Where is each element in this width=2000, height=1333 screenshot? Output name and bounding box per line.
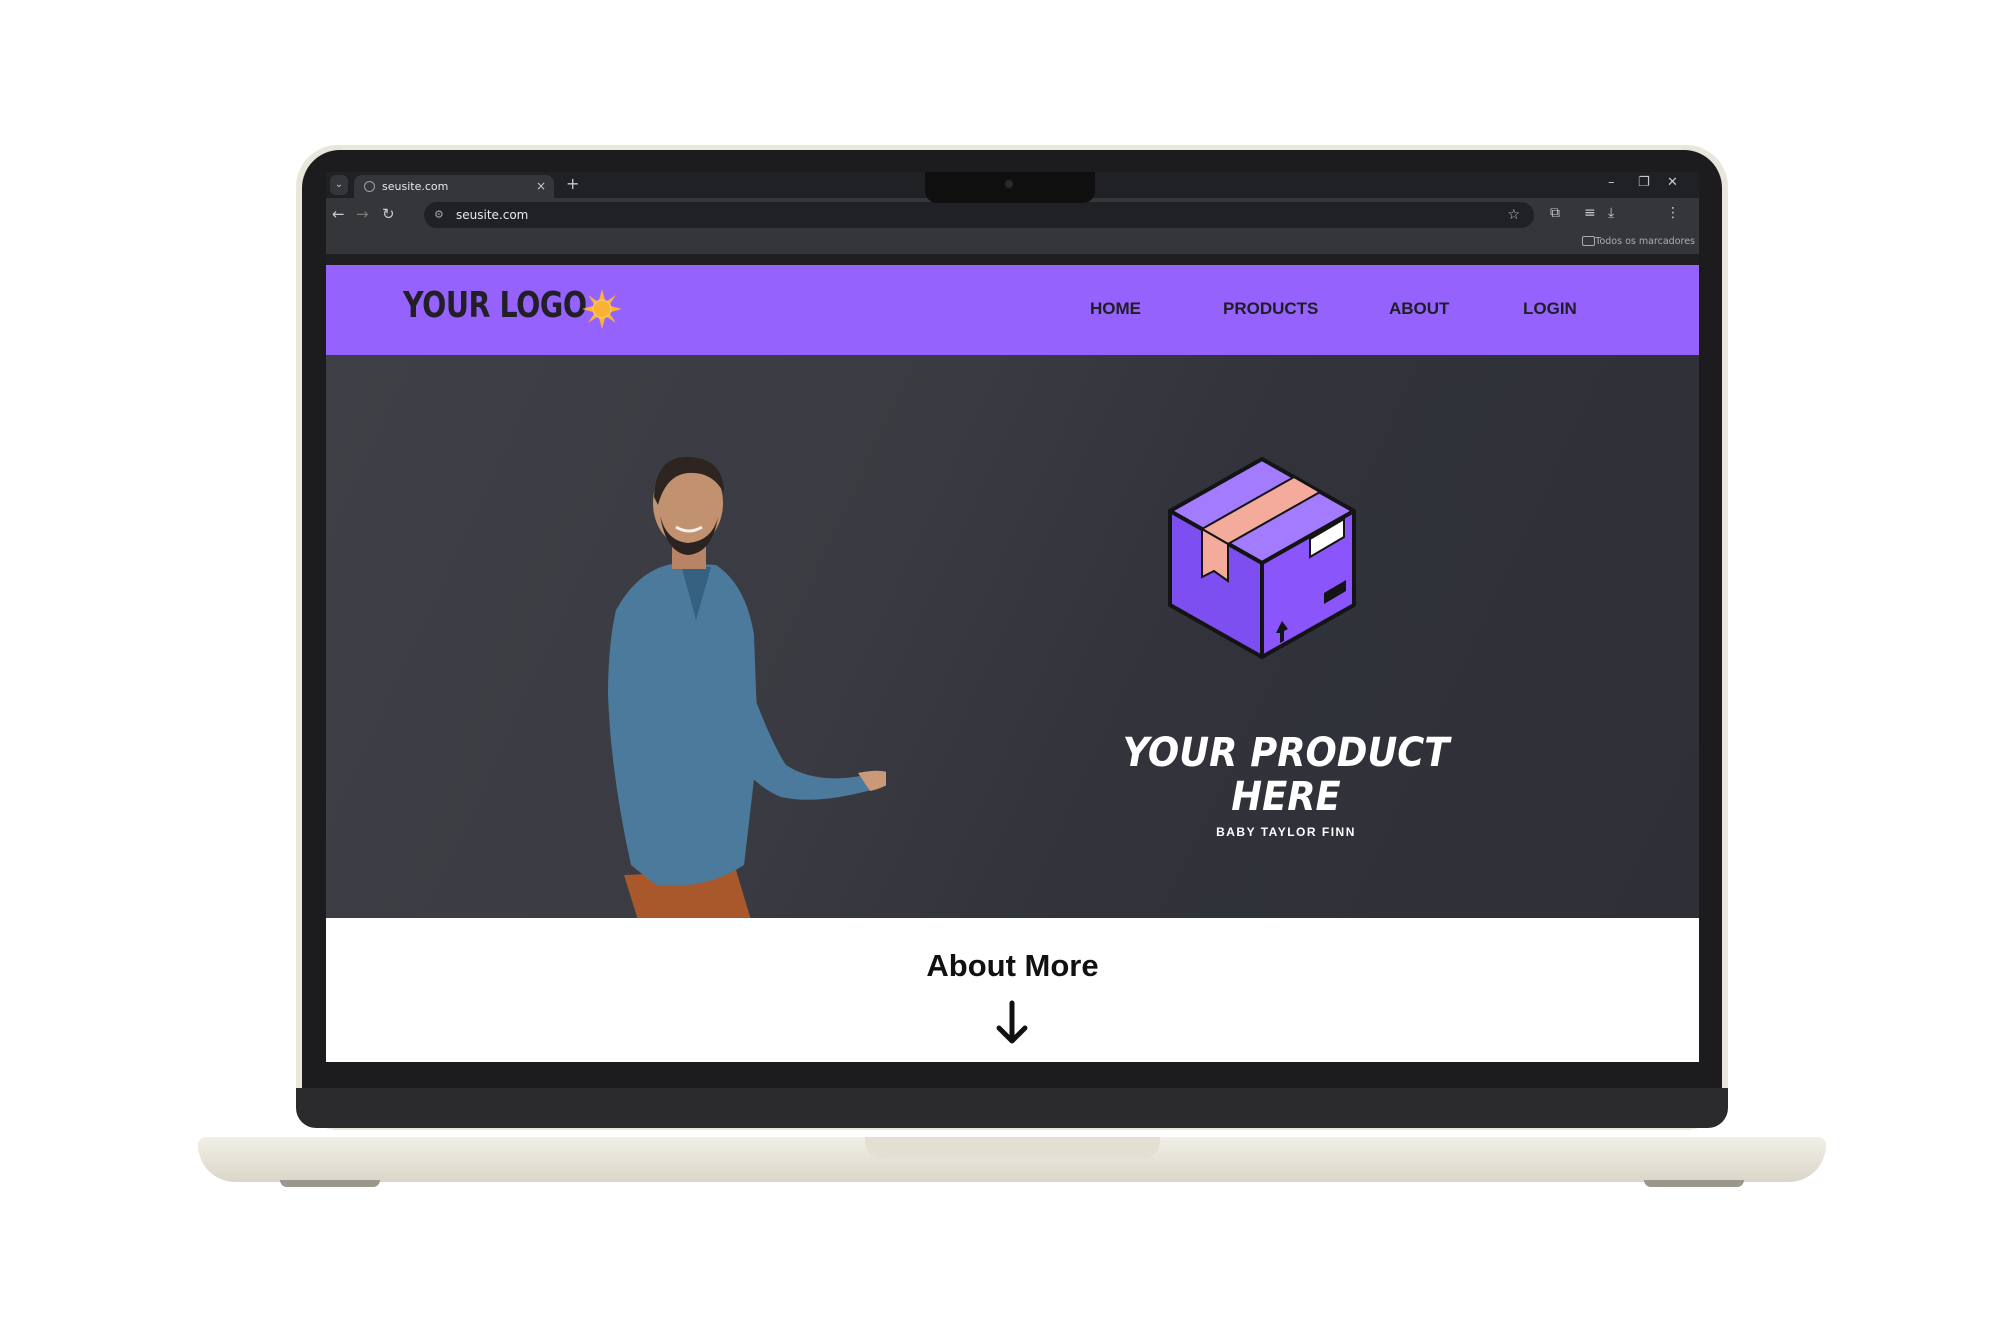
tab-title: seusite.com bbox=[382, 180, 449, 193]
globe-icon bbox=[364, 181, 375, 192]
tab-close-icon[interactable]: × bbox=[536, 175, 546, 198]
close-window-icon[interactable]: ✕ bbox=[1667, 175, 1678, 190]
presenter-photo bbox=[608, 456, 886, 918]
product-title-line-2: HERE bbox=[1231, 774, 1341, 820]
back-icon[interactable]: ← bbox=[332, 205, 345, 223]
hero-section: YOUR PRODUCT HERE BABY TAYLOR FINN bbox=[326, 355, 1699, 918]
new-tab-button[interactable]: + bbox=[566, 174, 579, 193]
nav-home[interactable]: HOME bbox=[1090, 299, 1141, 319]
product-subtitle: BABY TAYLOR FINN bbox=[1216, 825, 1356, 839]
site-header: YOUR LOGO HOME PRODUCTS ABOUT LOGIN bbox=[326, 265, 1699, 355]
about-section: About More bbox=[326, 918, 1699, 1062]
download-icon[interactable]: ⤓ bbox=[1608, 205, 1614, 221]
menu-icon[interactable]: ⋮ bbox=[1666, 205, 1680, 221]
browser-tab[interactable]: seusite.com × bbox=[354, 175, 554, 198]
tab-search-icon[interactable]: ⌄ bbox=[330, 175, 348, 195]
reload-icon[interactable]: ↻ bbox=[382, 205, 395, 223]
folder-icon bbox=[1582, 236, 1595, 246]
product-title-line-1: YOUR PRODUCT bbox=[1122, 730, 1450, 776]
extensions-icon[interactable]: ⧉ bbox=[1550, 205, 1560, 221]
nav-products[interactable]: PRODUCTS bbox=[1223, 299, 1318, 319]
product-box-icon bbox=[1168, 457, 1356, 659]
camera-icon bbox=[1005, 180, 1013, 188]
laptop-foot-left bbox=[280, 1180, 380, 1187]
browser-toolbar: ← → ↻ ⚙ seusite.com ☆ ⧉ ≡ ⤓ ⋮ bbox=[326, 198, 1699, 232]
bookmark-star-icon[interactable]: ☆ bbox=[1507, 202, 1520, 228]
laptop-hinge bbox=[296, 1088, 1728, 1128]
product-title: YOUR PRODUCT HERE bbox=[1102, 731, 1470, 819]
maximize-icon[interactable]: ❐ bbox=[1638, 175, 1650, 190]
address-bar[interactable]: ⚙ seusite.com ☆ bbox=[424, 202, 1534, 228]
laptop-trackpad-notch bbox=[865, 1137, 1160, 1159]
minimize-icon[interactable]: – bbox=[1608, 175, 1615, 190]
laptop-foot-right bbox=[1644, 1180, 1744, 1187]
forward-icon[interactable]: → bbox=[356, 205, 369, 223]
nav-login[interactable]: LOGIN bbox=[1523, 299, 1577, 319]
nav-about[interactable]: ABOUT bbox=[1389, 299, 1449, 319]
laptop-screen: ⌄ seusite.com × + – ❐ ✕ ← → ↻ ⚙ seusite.… bbox=[326, 172, 1699, 1062]
bookmarks-bar: Todos os marcadores bbox=[326, 232, 1699, 254]
site-logo[interactable]: YOUR LOGO bbox=[403, 285, 587, 326]
media-control-icon[interactable]: ≡ bbox=[1584, 205, 1596, 221]
about-title: About More bbox=[926, 948, 1099, 983]
sun-icon bbox=[582, 289, 622, 329]
camera-notch bbox=[925, 172, 1095, 203]
all-bookmarks-link[interactable]: Todos os marcadores bbox=[1595, 236, 1695, 247]
arrow-down-icon[interactable] bbox=[994, 1000, 1030, 1046]
site-settings-icon[interactable]: ⚙ bbox=[434, 202, 444, 228]
url-text: seusite.com bbox=[456, 208, 529, 222]
